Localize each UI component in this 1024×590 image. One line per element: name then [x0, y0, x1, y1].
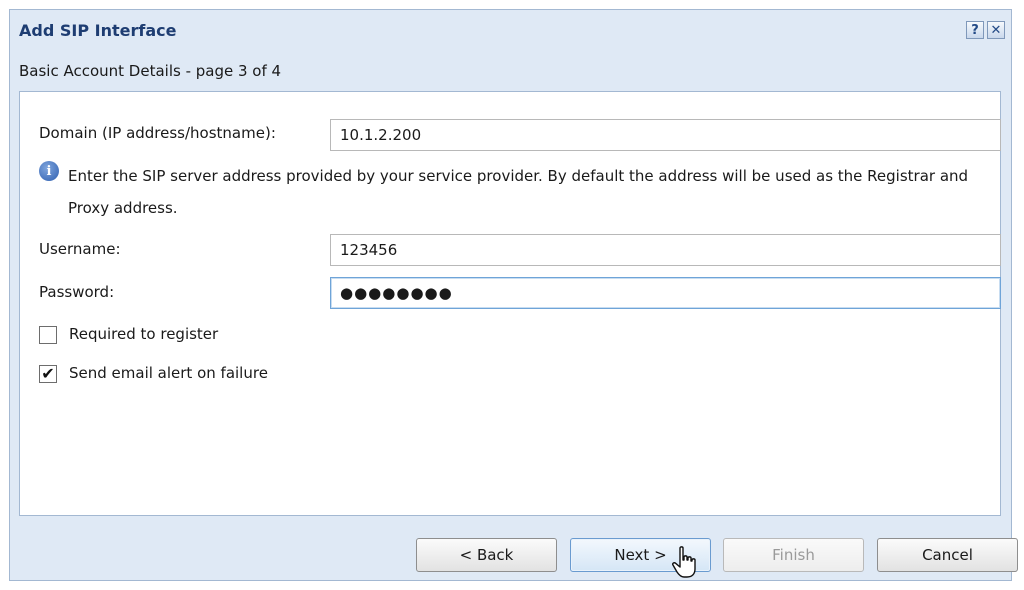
- close-icon[interactable]: ✕: [987, 21, 1005, 39]
- back-button[interactable]: < Back: [416, 538, 557, 572]
- domain-input[interactable]: [330, 119, 1001, 151]
- password-mask: ●●●●●●●●: [340, 284, 453, 302]
- password-input[interactable]: ●●●●●●●●: [330, 277, 1001, 309]
- send-email-alert-label[interactable]: Send email alert on failure: [69, 364, 268, 382]
- password-label: Password:: [39, 283, 115, 301]
- form-panel: Domain (IP address/hostname): i Enter th…: [19, 91, 1001, 516]
- info-text: Enter the SIP server address provided by…: [68, 167, 969, 217]
- cancel-button[interactable]: Cancel: [877, 538, 1018, 572]
- checkmark-icon: ✔: [41, 364, 55, 383]
- dialog-title: Add SIP Interface: [19, 21, 177, 40]
- username-label: Username:: [39, 240, 121, 258]
- required-to-register-checkbox[interactable]: [39, 326, 57, 344]
- add-sip-interface-dialog: Add SIP Interface ? ✕ Basic Account Deta…: [9, 9, 1018, 581]
- required-to-register-label[interactable]: Required to register: [69, 325, 218, 343]
- finish-button: Finish: [723, 538, 864, 572]
- username-input[interactable]: [330, 234, 1001, 266]
- domain-label: Domain (IP address/hostname):: [39, 124, 276, 142]
- send-email-alert-checkbox[interactable]: ✔: [39, 365, 57, 383]
- info-icon: i: [39, 161, 59, 181]
- hand-pointer-icon: [672, 546, 696, 578]
- wizard-step-subtitle: Basic Account Details - page 3 of 4: [19, 62, 282, 80]
- dialog-titlebar: Add SIP Interface ? ✕: [10, 10, 1011, 54]
- help-icon[interactable]: ?: [966, 21, 984, 39]
